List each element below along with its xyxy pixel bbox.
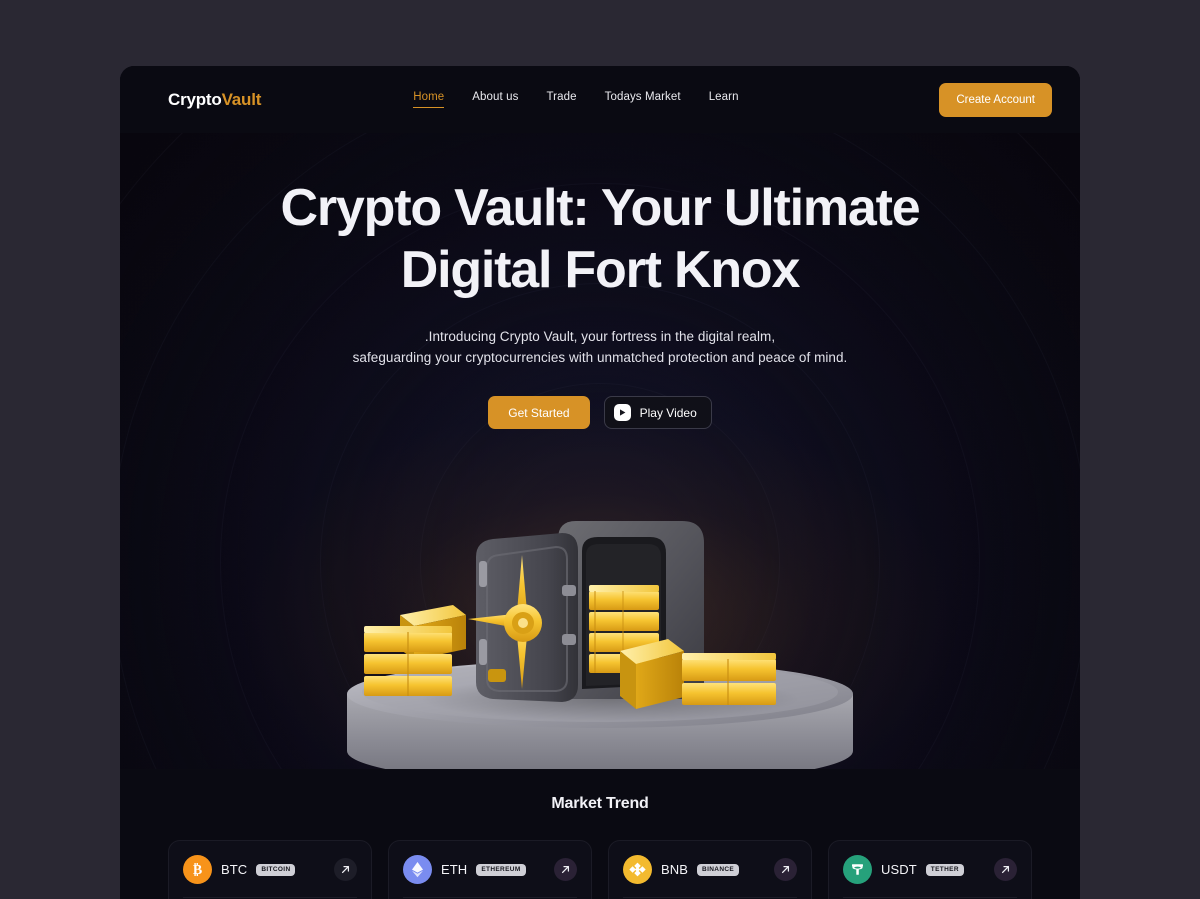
hero-actions: Get Started Play Video <box>120 396 1080 429</box>
coin-header: BNB BINANCE <box>623 855 797 898</box>
open-coin-arrow-icon[interactable] <box>554 858 577 881</box>
coin-card-eth[interactable]: ETH ETHEREUM $4,267.90 2.22% <box>388 840 592 899</box>
open-coin-arrow-icon[interactable] <box>334 858 357 881</box>
get-started-button[interactable]: Get Started <box>488 396 590 429</box>
play-video-button[interactable]: Play Video <box>603 396 712 429</box>
nav-link-trade[interactable]: Trade <box>546 91 576 108</box>
open-coin-arrow-icon[interactable] <box>994 858 1017 881</box>
vault-artwork <box>290 499 910 769</box>
svg-text:₿: ₿ <box>193 862 202 878</box>
coin-symbol: BTC <box>221 862 248 877</box>
hero-title-line-2: Digital Fort Knox <box>400 241 801 299</box>
create-account-button[interactable]: Create Account <box>939 82 1052 117</box>
coin-header: USDT TETHER <box>843 855 1017 898</box>
market-trend-title: Market Trend <box>551 795 649 812</box>
coin-symbol: USDT <box>881 862 917 877</box>
play-icon <box>613 404 631 421</box>
coin-badge: BINANCE <box>697 863 740 876</box>
hero-title: Crypto Vault: Your Ultimate Digital Fort… <box>120 177 1080 301</box>
nav-link-learn[interactable]: Learn <box>709 91 739 108</box>
nav-links: Home About us Trade Todays Market Learn <box>413 91 739 108</box>
tether-icon <box>843 855 872 884</box>
navbar: CryptoVault Home About us Trade Todays M… <box>120 66 1080 133</box>
nav-link-todays-market[interactable]: Todays Market <box>605 91 681 108</box>
coin-header: ETH ETHEREUM <box>403 855 577 898</box>
bitcoin-icon: ₿ <box>183 855 212 884</box>
coin-badge: TETHER <box>925 863 964 876</box>
landing-page-card: CryptoVault Home About us Trade Todays M… <box>120 66 1080 899</box>
market-trend-section: Market Trend ₿ BTC BITCOIN $56,623.54 <box>120 769 1080 899</box>
coin-card-usdt[interactable]: USDT TETHER $0.9998 0,03% <box>828 840 1032 899</box>
open-coin-arrow-icon[interactable] <box>774 858 797 881</box>
hero-subtitle-line-1: .Introducing Crypto Vault, your fortress… <box>424 329 776 344</box>
logo-accent-text: Vault <box>221 89 262 109</box>
hero-subtitle-line-2: safeguarding your cryptocurrencies with … <box>352 350 848 365</box>
coin-symbol: ETH <box>441 862 468 877</box>
logo[interactable]: CryptoVault <box>168 90 261 110</box>
hero-section: Crypto Vault: Your Ultimate Digital Fort… <box>120 133 1080 769</box>
binance-icon <box>623 855 652 884</box>
coin-badge: BITCOIN <box>256 863 296 876</box>
coin-header: ₿ BTC BITCOIN <box>183 855 357 898</box>
coin-card-btc[interactable]: ₿ BTC BITCOIN $56,623.54 1.41% <box>168 840 372 899</box>
hero-title-line-1: Crypto Vault: Your Ultimate <box>280 179 921 237</box>
coin-badge: ETHEREUM <box>476 863 526 876</box>
coin-symbol: BNB <box>661 862 689 877</box>
logo-primary-text: Crypto <box>168 89 222 109</box>
coin-card-bnb[interactable]: BNB BINANCE $587.74 0.82% <box>608 840 812 899</box>
nav-link-about-us[interactable]: About us <box>472 91 518 108</box>
hero-subtitle: .Introducing Crypto Vault, your fortress… <box>120 326 1080 368</box>
market-cards-grid: ₿ BTC BITCOIN $56,623.54 1.41% <box>168 840 1032 899</box>
ethereum-icon <box>403 855 432 884</box>
play-video-label: Play Video <box>639 405 697 420</box>
nav-link-home[interactable]: Home <box>413 91 445 108</box>
hero-content: Crypto Vault: Your Ultimate Digital Fort… <box>120 133 1080 429</box>
